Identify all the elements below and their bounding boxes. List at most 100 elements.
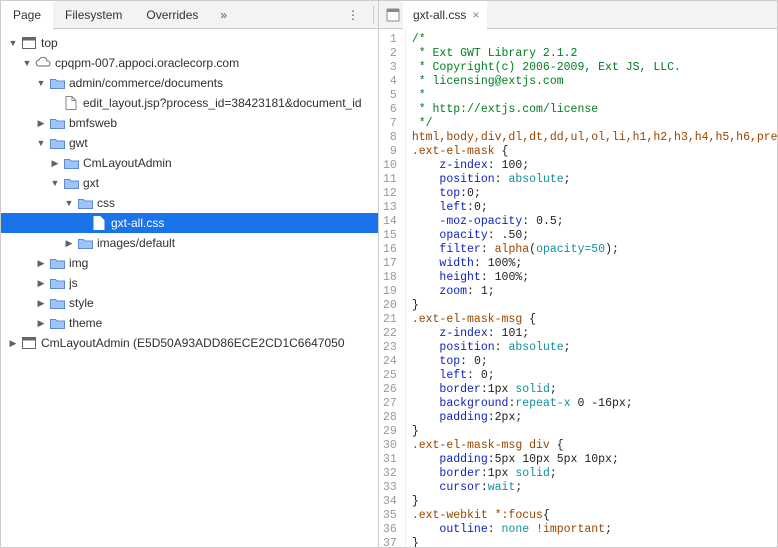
chevron-down-icon[interactable]: ▼ xyxy=(35,138,47,148)
chevron-right-icon[interactable]: ▶ xyxy=(35,298,47,309)
code-line: width: 100%; xyxy=(412,257,777,271)
line-number: 37 xyxy=(383,537,397,547)
chevron-right-icon[interactable]: ▶ xyxy=(35,318,47,329)
tree-row[interactable]: ▶ bmfsweb xyxy=(1,113,378,133)
code-line: position: absolute; xyxy=(412,173,777,187)
code-line: * licensing@extjs.com xyxy=(412,75,777,89)
chevron-right-icon[interactable]: ▶ xyxy=(63,238,75,249)
line-number: 16 xyxy=(383,243,397,257)
line-number: 33 xyxy=(383,481,397,495)
chevron-down-icon[interactable]: ▼ xyxy=(21,58,33,68)
code-line: top:0; xyxy=(412,187,777,201)
tree-row-label: gxt xyxy=(83,176,99,190)
chevron-down-icon[interactable]: ▼ xyxy=(35,78,47,88)
code-line: .ext-el-mask-msg { xyxy=(412,313,777,327)
line-number: 7 xyxy=(383,117,397,131)
folder-icon xyxy=(49,75,65,91)
tree-row-label: edit_layout.jsp?process_id=38423181&docu… xyxy=(83,96,362,110)
doc-sel-icon xyxy=(91,215,107,231)
doc-icon xyxy=(63,95,79,111)
tab-page[interactable]: Page xyxy=(1,1,53,29)
folder-icon xyxy=(63,155,79,171)
code-line: * xyxy=(412,89,777,103)
code-line: top: 0; xyxy=(412,355,777,369)
chevron-right-icon[interactable]: ▶ xyxy=(35,258,47,269)
code-line: padding:5px 10px 5px 10px; xyxy=(412,453,777,467)
code-line: html,body,div,dl,dt,dd,ul,ol,li,h1,h2,h3… xyxy=(412,131,777,145)
tree-row-label: theme xyxy=(69,316,102,330)
tree-row[interactable]: ▼admin/commerce/documents xyxy=(1,73,378,93)
folder-icon xyxy=(49,315,65,331)
tree-row[interactable]: ▶gxt-all.css xyxy=(1,213,378,233)
code-line: padding:2px; xyxy=(412,411,777,425)
line-number: 26 xyxy=(383,383,397,397)
line-number: 28 xyxy=(383,411,397,425)
tree-row[interactable]: ▶images/default xyxy=(1,233,378,253)
tree-row[interactable]: ▼css xyxy=(1,193,378,213)
tree-row-label: bmfsweb xyxy=(69,116,117,130)
file-tree[interactable]: ▼top▼cpqpm-007.appoci.oraclecorp.com▼adm… xyxy=(1,29,378,547)
tree-row-label: style xyxy=(69,296,94,310)
code-line: z-index: 100; xyxy=(412,159,777,173)
file-tab[interactable]: gxt-all.css × xyxy=(403,1,487,29)
chevron-right-icon[interactable]: ▶ xyxy=(35,118,47,129)
chevron-right-icon[interactable]: ▶ xyxy=(35,278,47,289)
tree-row[interactable]: ▼cpqpm-007.appoci.oraclecorp.com xyxy=(1,53,378,73)
tree-row[interactable]: ▶img xyxy=(1,253,378,273)
code-line: zoom: 1; xyxy=(412,285,777,299)
tree-row[interactable]: ▶edit_layout.jsp?process_id=38423181&doc… xyxy=(1,93,378,113)
code-line: outline: none !important; xyxy=(412,523,777,537)
tree-row-label: gwt xyxy=(69,136,88,150)
chevron-down-icon[interactable]: ▼ xyxy=(49,178,61,188)
tree-row[interactable]: ▼ gxt xyxy=(1,173,378,193)
chevron-down-icon[interactable]: ▼ xyxy=(7,38,19,48)
tab-filesystem[interactable]: Filesystem xyxy=(53,1,134,29)
tree-row[interactable]: ▼ gwt xyxy=(1,133,378,153)
tree-row[interactable]: ▶js xyxy=(1,273,378,293)
code-line: * Copyright(c) 2006-2009, Ext JS, LLC. xyxy=(412,61,777,75)
left-tabbar: Page Filesystem Overrides » ⋮ xyxy=(1,1,378,29)
line-number: 19 xyxy=(383,285,397,299)
folder-icon xyxy=(49,275,65,291)
file-tab-label: gxt-all.css xyxy=(413,8,466,22)
line-number: 36 xyxy=(383,523,397,537)
line-number: 35 xyxy=(383,509,397,523)
line-number: 8 xyxy=(383,131,397,145)
tab-more-icon[interactable]: » xyxy=(210,8,237,22)
file-tabbar: gxt-all.css × xyxy=(379,1,777,29)
tree-row[interactable]: ▼top xyxy=(1,33,378,53)
code-line: */ xyxy=(412,117,777,131)
folder-icon xyxy=(49,295,65,311)
code-line: z-index: 101; xyxy=(412,327,777,341)
code-line: } xyxy=(412,299,777,313)
window-icon xyxy=(21,335,37,351)
line-number: 15 xyxy=(383,229,397,243)
tree-row[interactable]: ▶ style xyxy=(1,293,378,313)
close-icon[interactable]: × xyxy=(472,8,479,22)
folder-icon xyxy=(49,115,65,131)
code-line: } xyxy=(412,537,777,547)
kebab-menu-icon[interactable]: ⋮ xyxy=(337,8,369,22)
chevron-right-icon[interactable]: ▶ xyxy=(49,158,61,169)
line-number: 3 xyxy=(383,61,397,75)
line-number: 2 xyxy=(383,47,397,61)
code-line: height: 100%; xyxy=(412,271,777,285)
code-line: * http://extjs.com/license xyxy=(412,103,777,117)
tab-overrides[interactable]: Overrides xyxy=(134,1,210,29)
code-line: .ext-el-mask-msg div { xyxy=(412,439,777,453)
tree-row[interactable]: ▶CmLayoutAdmin (E5D50A93ADD86ECE2CD1C664… xyxy=(1,333,378,353)
tree-row[interactable]: ▶ theme xyxy=(1,313,378,333)
line-number: 25 xyxy=(383,369,397,383)
code-content[interactable]: /* * Ext GWT Library 2.1.2 * Copyright(c… xyxy=(406,29,777,547)
line-number: 31 xyxy=(383,453,397,467)
code-line: filter: alpha(opacity=50); xyxy=(412,243,777,257)
code-line: border:1px solid; xyxy=(412,383,777,397)
chevron-right-icon[interactable]: ▶ xyxy=(7,338,19,349)
line-number: 22 xyxy=(383,327,397,341)
code-editor[interactable]: 1234567891011121314151617181920212223242… xyxy=(379,29,777,547)
line-number: 21 xyxy=(383,313,397,327)
line-gutter: 1234567891011121314151617181920212223242… xyxy=(379,29,406,547)
left-pane: Page Filesystem Overrides » ⋮ ▼top▼cpqpm… xyxy=(1,1,379,547)
tree-row[interactable]: ▶CmLayoutAdmin xyxy=(1,153,378,173)
chevron-down-icon[interactable]: ▼ xyxy=(63,198,75,208)
